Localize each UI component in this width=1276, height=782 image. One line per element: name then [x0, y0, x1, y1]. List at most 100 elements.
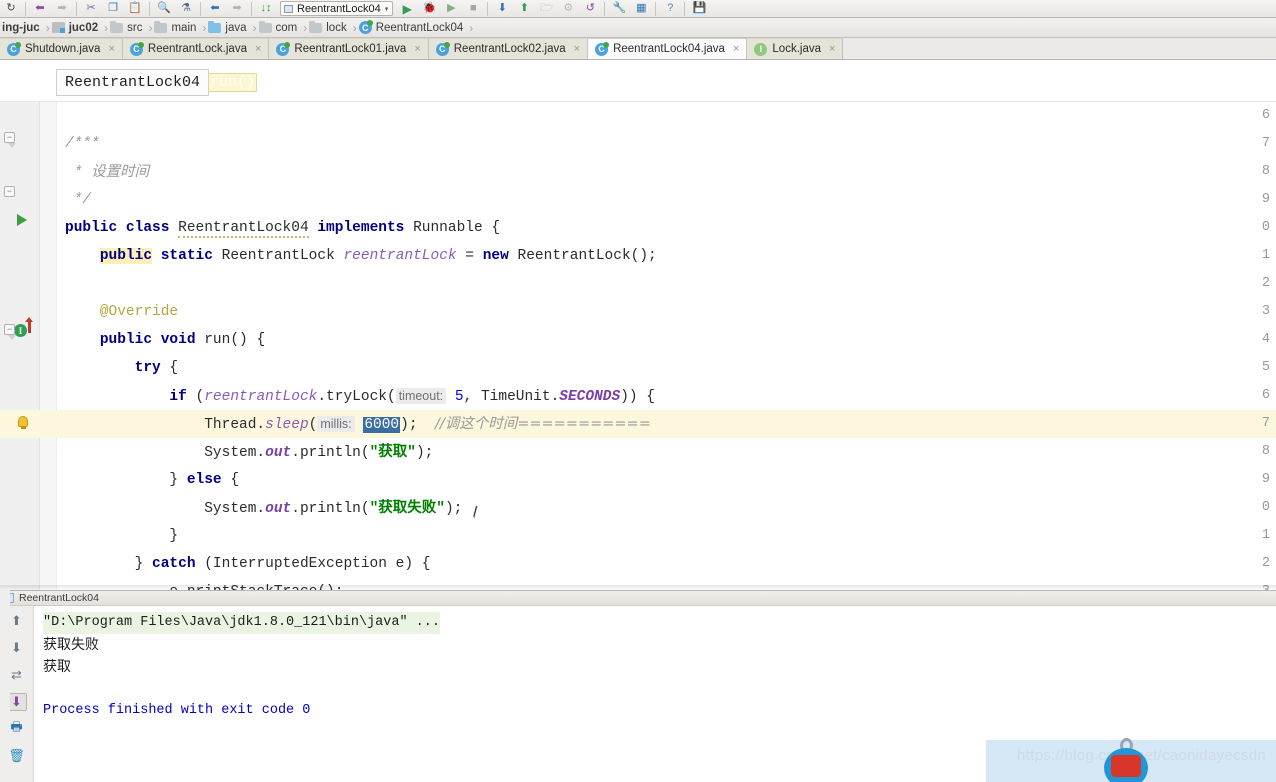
stop-button[interactable]: ■	[462, 0, 484, 17]
fold-strip[interactable]	[40, 102, 57, 590]
console-line-output: 获取失败	[43, 637, 99, 653]
code-line-println-success: System.out.println("获取");	[65, 444, 434, 461]
code-line-close-if: }	[65, 528, 179, 544]
editor-tab-lock[interactable]: I Lock.java ×	[747, 38, 844, 59]
breadcrumb-item-class[interactable]: C ReentrantLock04	[357, 18, 470, 37]
code-line-thread-sleep: Thread.sleep(millis: 6000); //调这个时间=====…	[65, 416, 651, 433]
run-tab-label[interactable]: ReentrantLock04	[19, 592, 99, 604]
fold-handle-method[interactable]: −	[4, 324, 16, 340]
toolbar-divider	[76, 1, 77, 16]
settings-icon[interactable]: ⚙	[557, 0, 579, 17]
console-line-command: "D:\Program Files\Java\jdk1.8.0_121\bin\…	[43, 612, 440, 634]
fold-handle-comment-end[interactable]: −	[4, 186, 15, 197]
close-icon[interactable]: ×	[414, 43, 420, 55]
wrench-icon[interactable]: 🔧	[608, 0, 630, 17]
run-config-name: ReentrantLock04	[297, 2, 381, 15]
toolbar-divider	[604, 1, 606, 16]
run-class-icon[interactable]	[17, 214, 27, 226]
grid-icon[interactable]: ▦	[630, 0, 652, 17]
tab-label: ReentrantLock02.java	[453, 43, 566, 55]
copy-icon[interactable]: ❐	[102, 0, 124, 17]
class-icon: C	[7, 41, 21, 56]
module-icon	[51, 22, 65, 33]
breadcrumb-item-com[interactable]: com	[257, 18, 304, 37]
editor-tab-reentrantlock02[interactable]: C ReentrantLock02.java ×	[428, 38, 589, 59]
tab-label: ReentrantLock01.java	[294, 43, 407, 55]
code-line-field-decl: public static ReentrantLock reentrantLoc…	[99, 248, 657, 264]
run-button[interactable]: ▶	[396, 0, 418, 17]
breadcrumb-item-src[interactable]: src	[108, 18, 148, 37]
close-icon[interactable]: ×	[733, 43, 739, 55]
editor-tab-reentrantlock04[interactable]: C ReentrantLock04.java ×	[588, 38, 748, 59]
breadcrumb-item-module[interactable]: juc02	[50, 18, 104, 37]
class-icon: C	[129, 41, 144, 56]
override-arrow-icon	[25, 317, 33, 333]
structure-method-chip[interactable]: run()	[208, 73, 258, 92]
code-line-try: try {	[134, 360, 179, 376]
source-folder-icon	[208, 20, 222, 33]
save-icon[interactable]: 💾	[688, 0, 710, 17]
jump-to-source-icon[interactable]: ↓↕	[255, 0, 277, 17]
code-text-area[interactable]: /*** * 设置时间 */ public class ReentrantLoc…	[57, 102, 1276, 590]
toolbar-divider	[149, 1, 150, 16]
main-toolbar: ↻ ⬅ ➡ ✂ ❐ 📋 🔍 ⚗ ⬅ ➡ ↓↕ ReentrantLock04 ▾…	[0, 0, 1276, 18]
fold-handle-comment-start[interactable]: −	[4, 132, 16, 148]
editor-tab-reentrantlock01[interactable]: C ReentrantLock01.java ×	[269, 38, 429, 59]
class-icon: C	[435, 41, 450, 56]
folder-icon	[110, 20, 124, 33]
package-icon	[258, 20, 272, 33]
toolbar-divider	[655, 1, 657, 16]
breadcrumb-label: ing-juc	[2, 21, 40, 34]
step-down-icon[interactable]: ⬇	[491, 0, 513, 17]
code-line-run-method: public void run() {	[99, 332, 266, 348]
run-configuration-selector[interactable]: ReentrantLock04 ▾	[280, 1, 394, 16]
breadcrumb-item-main[interactable]: main	[152, 18, 202, 37]
open-project-icon[interactable]: 🗁	[535, 0, 557, 17]
revert-icon[interactable]: ↺	[579, 0, 601, 17]
code-editor[interactable]: 6 7 8 9 0 1 2 3 4 5 6 7 8 9 0 1 2 3 I − …	[0, 102, 1276, 590]
structure-class-chip[interactable]: ReentrantLock04	[56, 69, 210, 96]
tab-label: ReentrantLock04.java	[613, 43, 725, 55]
close-icon[interactable]: ×	[574, 43, 580, 55]
code-line-class-decl: public class ReentrantLock04 implements …	[65, 220, 501, 238]
undo-icon[interactable]: ⬅	[29, 0, 51, 17]
lightbulb-icon[interactable]	[18, 416, 28, 429]
navigation-breadcrumb: ing-juc › juc02 › src › main › java › co…	[0, 18, 1276, 38]
breadcrumb-label: java	[225, 21, 247, 34]
code-line-javadoc-close: */	[65, 192, 92, 208]
replace-icon[interactable]: ⚗	[175, 0, 197, 17]
close-icon[interactable]: ×	[829, 43, 835, 55]
folder-icon	[154, 20, 168, 33]
step-up-icon[interactable]: ⬆	[513, 0, 535, 17]
cut-icon[interactable]: ✂	[80, 0, 102, 17]
back-icon[interactable]: ⬅	[204, 0, 226, 17]
editor-tab-shutdown[interactable]: C Shutdown.java ×	[0, 38, 123, 59]
find-icon[interactable]: 🔍	[153, 0, 175, 17]
breadcrumb-label: main	[171, 21, 197, 34]
structure-breadcrumb-bar: ReentrantLock04 run()	[0, 60, 1276, 102]
redo-icon[interactable]: ➡	[51, 0, 73, 17]
class-icon: C	[358, 20, 373, 34]
interface-icon: I	[754, 42, 768, 56]
editor-gutter[interactable]	[0, 102, 40, 590]
breadcrumb-item-project[interactable]: ing-juc	[0, 18, 46, 37]
csdn-logo-icon	[1100, 738, 1152, 782]
sync-icon[interactable]: ↻	[0, 0, 22, 17]
close-icon[interactable]: ×	[255, 43, 261, 55]
debug-button[interactable]: 🐞	[418, 0, 440, 17]
paste-icon[interactable]: 📋	[124, 0, 146, 17]
editor-tab-reentrantlock[interactable]: C ReentrantLock.java ×	[122, 38, 270, 59]
left-tool-strip	[0, 590, 10, 782]
breadcrumb-label: src	[127, 21, 143, 34]
close-icon[interactable]: ×	[108, 43, 114, 55]
code-line-javadoc-text: * 设置时间	[65, 164, 150, 181]
breadcrumb-item-lock[interactable]: lock	[307, 18, 352, 37]
toolbar-divider	[200, 1, 201, 16]
breadcrumb-item-java[interactable]: java	[206, 18, 252, 37]
tab-bar-filler	[843, 38, 1276, 59]
help-icon[interactable]: ?	[659, 0, 681, 17]
run-with-coverage-button[interactable]: ▶	[440, 0, 462, 17]
toolbar-divider	[251, 1, 252, 16]
forward-icon[interactable]: ➡	[226, 0, 248, 17]
